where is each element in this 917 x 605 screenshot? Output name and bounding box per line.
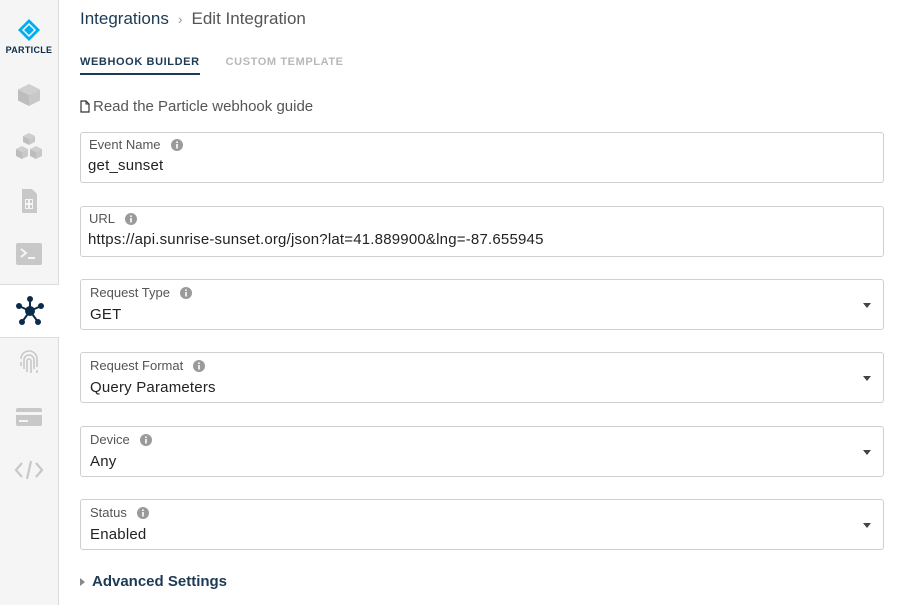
sim-card-icon bbox=[22, 189, 37, 213]
cubes-icon bbox=[16, 133, 42, 159]
event-name-label: Event Name bbox=[89, 137, 161, 152]
sidebar-item-console[interactable] bbox=[0, 228, 58, 280]
logo-text: PARTICLE bbox=[5, 45, 53, 55]
sidebar-item-sims[interactable] bbox=[0, 175, 58, 227]
webhook-guide-link[interactable]: Read the Particle webhook guide bbox=[80, 98, 313, 115]
event-name-field[interactable]: Event Name get_sunset bbox=[80, 132, 884, 183]
tab-custom-template[interactable]: CUSTOM TEMPLATE bbox=[226, 56, 344, 75]
breadcrumb-current: Edit Integration bbox=[191, 9, 306, 28]
info-icon[interactable] bbox=[125, 212, 138, 225]
caret-down-icon[interactable] bbox=[863, 523, 871, 528]
url-label-wrap: URL bbox=[89, 211, 138, 226]
request-format-label: Request Format bbox=[90, 358, 184, 373]
request-type-label-wrap: Request Type bbox=[90, 285, 192, 300]
integrations-icon bbox=[15, 296, 44, 325]
status-label-wrap: Status bbox=[90, 505, 149, 520]
sidebar-item-authentication[interactable] bbox=[0, 337, 58, 389]
info-icon[interactable] bbox=[193, 359, 206, 372]
chevron-right-icon: › bbox=[177, 11, 183, 27]
device-label-wrap: Device bbox=[90, 432, 152, 447]
device-label: Device bbox=[90, 432, 130, 447]
url-input[interactable]: https://api.sunrise-sunset.org/json?lat=… bbox=[88, 231, 544, 248]
sidebar-item-products[interactable] bbox=[0, 121, 58, 173]
sidebar-item-docs[interactable] bbox=[0, 444, 58, 496]
request-type-label: Request Type bbox=[90, 285, 170, 300]
cube-icon bbox=[18, 84, 40, 106]
fingerprint-icon bbox=[20, 350, 38, 373]
caret-down-icon[interactable] bbox=[863, 376, 871, 381]
info-icon[interactable] bbox=[179, 286, 192, 299]
breadcrumb-integrations-link[interactable]: Integrations bbox=[80, 9, 169, 29]
device-value: Any bbox=[90, 453, 117, 470]
caret-down-icon[interactable] bbox=[863, 303, 871, 308]
tab-bar: WEBHOOK BUILDER CUSTOM TEMPLATE bbox=[80, 56, 370, 75]
advanced-settings-toggle[interactable]: Advanced Settings bbox=[80, 573, 227, 590]
sidebar-item-integrations[interactable] bbox=[0, 284, 59, 338]
request-format-value: Query Parameters bbox=[90, 379, 216, 396]
sidebar-item-billing[interactable] bbox=[0, 391, 58, 443]
credit-card-icon bbox=[16, 408, 42, 426]
sidebar: PARTICLE bbox=[0, 0, 59, 605]
url-label: URL bbox=[89, 211, 116, 226]
code-icon bbox=[14, 460, 44, 480]
particle-logo-icon bbox=[18, 19, 40, 41]
caret-down-icon[interactable] bbox=[863, 450, 871, 455]
tab-webhook-builder[interactable]: WEBHOOK BUILDER bbox=[80, 56, 200, 75]
info-icon[interactable] bbox=[136, 506, 149, 519]
terminal-icon bbox=[16, 243, 42, 265]
advanced-settings-label: Advanced Settings bbox=[92, 573, 228, 590]
event-name-label-wrap: Event Name bbox=[89, 137, 183, 152]
request-format-select[interactable]: Request Format Query Parameters bbox=[80, 352, 884, 403]
info-icon[interactable] bbox=[139, 433, 152, 446]
info-icon[interactable] bbox=[170, 138, 183, 151]
request-type-value: GET bbox=[90, 306, 122, 323]
status-label: Status bbox=[90, 505, 127, 520]
document-icon bbox=[80, 100, 90, 113]
webhook-guide-text: Read the Particle webhook guide bbox=[93, 98, 314, 115]
status-value: Enabled bbox=[90, 526, 147, 543]
url-field[interactable]: URL https://api.sunrise-sunset.org/json?… bbox=[80, 206, 884, 257]
particle-logo[interactable]: PARTICLE bbox=[0, 18, 58, 62]
device-select[interactable]: Device Any bbox=[80, 426, 884, 477]
request-type-select[interactable]: Request Type GET bbox=[80, 279, 884, 330]
status-select[interactable]: Status Enabled bbox=[80, 499, 884, 550]
request-format-label-wrap: Request Format bbox=[90, 358, 206, 373]
breadcrumb: Integrations › Edit Integration bbox=[80, 9, 306, 29]
event-name-input[interactable]: get_sunset bbox=[88, 157, 163, 174]
sidebar-item-devices[interactable] bbox=[0, 69, 58, 121]
caret-right-icon bbox=[80, 577, 85, 586]
